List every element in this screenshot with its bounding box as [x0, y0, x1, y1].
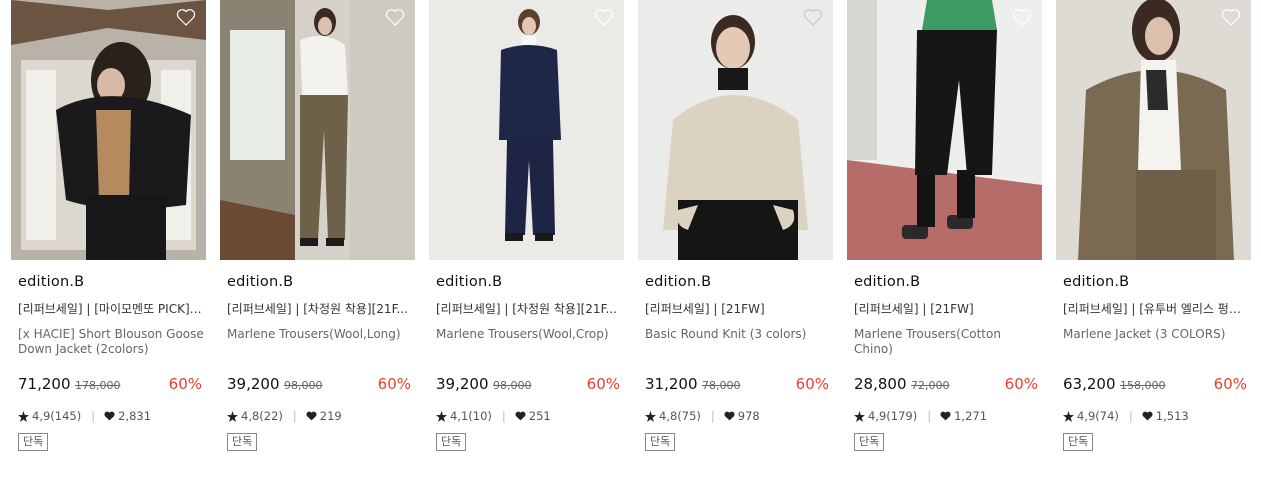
product-card[interactable]: edition.B [리퍼브세일] | [마이모멘또 PICK][... [x …: [11, 0, 206, 470]
product-grid: edition.B [리퍼브세일] | [마이모멘또 PICK][... [x …: [0, 0, 1261, 479]
sale-price: 63,200: [1063, 375, 1116, 393]
original-price: 98,000: [493, 379, 532, 392]
product-name[interactable]: Basic Round Knit (3 colors): [645, 327, 831, 342]
original-price: 72,000: [911, 379, 950, 392]
product-tags: [리퍼브세일] | [유투버 엘리스 펑크...: [1063, 302, 1249, 316]
wishlist-heart-icon[interactable]: [1221, 8, 1241, 26]
heart-filled-icon: [104, 411, 115, 421]
product-card[interactable]: edition.B [리퍼브세일] | [21FW] Basic Round K…: [638, 0, 833, 470]
product-card[interactable]: edition.B [리퍼브세일] | [차정원 착용][21F... Marl…: [429, 0, 624, 470]
exclusive-badge: 단독: [227, 433, 258, 451]
sale-price: 71,200: [18, 375, 71, 393]
product-card[interactable]: edition.B [리퍼브세일] | [21FW] Marlene Trous…: [847, 0, 1042, 470]
exclusive-badge: 단독: [18, 433, 49, 451]
original-price: 78,000: [702, 379, 741, 392]
product-image[interactable]: [638, 0, 833, 260]
product-card[interactable]: edition.B [리퍼브세일] | [유투버 엘리스 펑크... Marle…: [1056, 0, 1251, 470]
wishlist-heart-icon[interactable]: [176, 8, 196, 26]
heart-filled-icon: [724, 411, 735, 421]
product-name[interactable]: Marlene Trousers(Wool,Crop): [436, 327, 622, 342]
sale-price: 31,200: [645, 375, 698, 393]
rating-value: 4,9(74): [1077, 409, 1119, 423]
product-tags: [리퍼브세일] | [마이모멘또 PICK][...: [18, 302, 204, 316]
discount-rate: 60%: [586, 375, 620, 393]
brand-name[interactable]: edition.B: [436, 274, 502, 290]
original-price: 178,000: [75, 379, 121, 392]
product-name[interactable]: Marlene Trousers(Cotton Chino): [854, 327, 1040, 357]
brand-name[interactable]: edition.B: [1063, 274, 1129, 290]
product-card[interactable]: edition.B [리퍼브세일] | [차정원 착용][21F... Marl…: [220, 0, 415, 470]
brand-name[interactable]: edition.B: [18, 274, 84, 290]
rating-value: 4,8(75): [659, 409, 701, 423]
divider: |: [1128, 409, 1133, 423]
product-image[interactable]: [11, 0, 206, 260]
exclusive-badge: 단독: [645, 433, 676, 451]
star-icon: [18, 410, 29, 422]
product-tags: [리퍼브세일] | [차정원 착용][21F...: [227, 302, 408, 316]
product-name[interactable]: [x HACIE] Short Blouson Goose Down Jacke…: [18, 327, 204, 357]
like-count: 2,831: [118, 409, 152, 423]
star-icon: [1063, 410, 1074, 422]
star-icon: [854, 410, 865, 422]
rating-value: 4,9(145): [32, 409, 82, 423]
star-icon: [227, 410, 238, 422]
brand-name[interactable]: edition.B: [854, 274, 920, 290]
heart-filled-icon: [1142, 411, 1153, 421]
product-stats: 4,8(75) | 978: [645, 409, 760, 423]
like-count: 219: [319, 409, 342, 423]
product-name[interactable]: Marlene Jacket (3 COLORS): [1063, 327, 1249, 342]
heart-filled-icon: [940, 411, 951, 421]
divider: |: [91, 409, 96, 423]
like-count: 978: [737, 409, 760, 423]
product-tags: [리퍼브세일] | [차정원 착용][21F...: [436, 302, 617, 316]
wishlist-heart-icon[interactable]: [594, 8, 614, 26]
divider: |: [501, 409, 506, 423]
wishlist-heart-icon[interactable]: [385, 8, 405, 26]
rating-value: 4,8(22): [241, 409, 283, 423]
sale-price: 39,200: [436, 375, 489, 393]
original-price: 158,000: [1120, 379, 1166, 392]
discount-rate: 60%: [377, 375, 411, 393]
divider: |: [710, 409, 715, 423]
like-count: 251: [528, 409, 551, 423]
product-tags: [리퍼브세일] | [21FW]: [854, 302, 974, 316]
product-stats: 4,9(179) | 1,271: [854, 409, 987, 423]
like-count: 1,513: [1155, 409, 1189, 423]
brand-name[interactable]: edition.B: [645, 274, 711, 290]
product-tags: [리퍼브세일] | [21FW]: [645, 302, 765, 316]
discount-rate: 60%: [168, 375, 202, 393]
product-stats: 4,1(10) | 251: [436, 409, 551, 423]
wishlist-heart-icon[interactable]: [803, 8, 823, 26]
star-icon: [645, 410, 656, 422]
discount-rate: 60%: [1213, 375, 1247, 393]
exclusive-badge: 단독: [436, 433, 467, 451]
brand-name[interactable]: edition.B: [227, 274, 293, 290]
sale-price: 39,200: [227, 375, 280, 393]
product-image[interactable]: [1056, 0, 1251, 260]
product-stats: 4,9(74) | 1,513: [1063, 409, 1189, 423]
heart-filled-icon: [515, 411, 526, 421]
product-image[interactable]: [429, 0, 624, 260]
star-icon: [436, 410, 447, 422]
rating-value: 4,9(179): [868, 409, 918, 423]
product-image[interactable]: [847, 0, 1042, 260]
sale-price: 28,800: [854, 375, 907, 393]
wishlist-heart-icon[interactable]: [1012, 8, 1032, 26]
discount-rate: 60%: [1004, 375, 1038, 393]
product-name[interactable]: Marlene Trousers(Wool,Long): [227, 327, 413, 342]
like-count: 1,271: [954, 409, 988, 423]
divider: |: [927, 409, 932, 423]
divider: |: [292, 409, 297, 423]
exclusive-badge: 단독: [1063, 433, 1094, 451]
original-price: 98,000: [284, 379, 323, 392]
discount-rate: 60%: [795, 375, 829, 393]
exclusive-badge: 단독: [854, 433, 885, 451]
rating-value: 4,1(10): [450, 409, 492, 423]
heart-filled-icon: [306, 411, 317, 421]
product-image[interactable]: [220, 0, 415, 260]
product-stats: 4,9(145) | 2,831: [18, 409, 151, 423]
product-stats: 4,8(22) | 219: [227, 409, 342, 423]
